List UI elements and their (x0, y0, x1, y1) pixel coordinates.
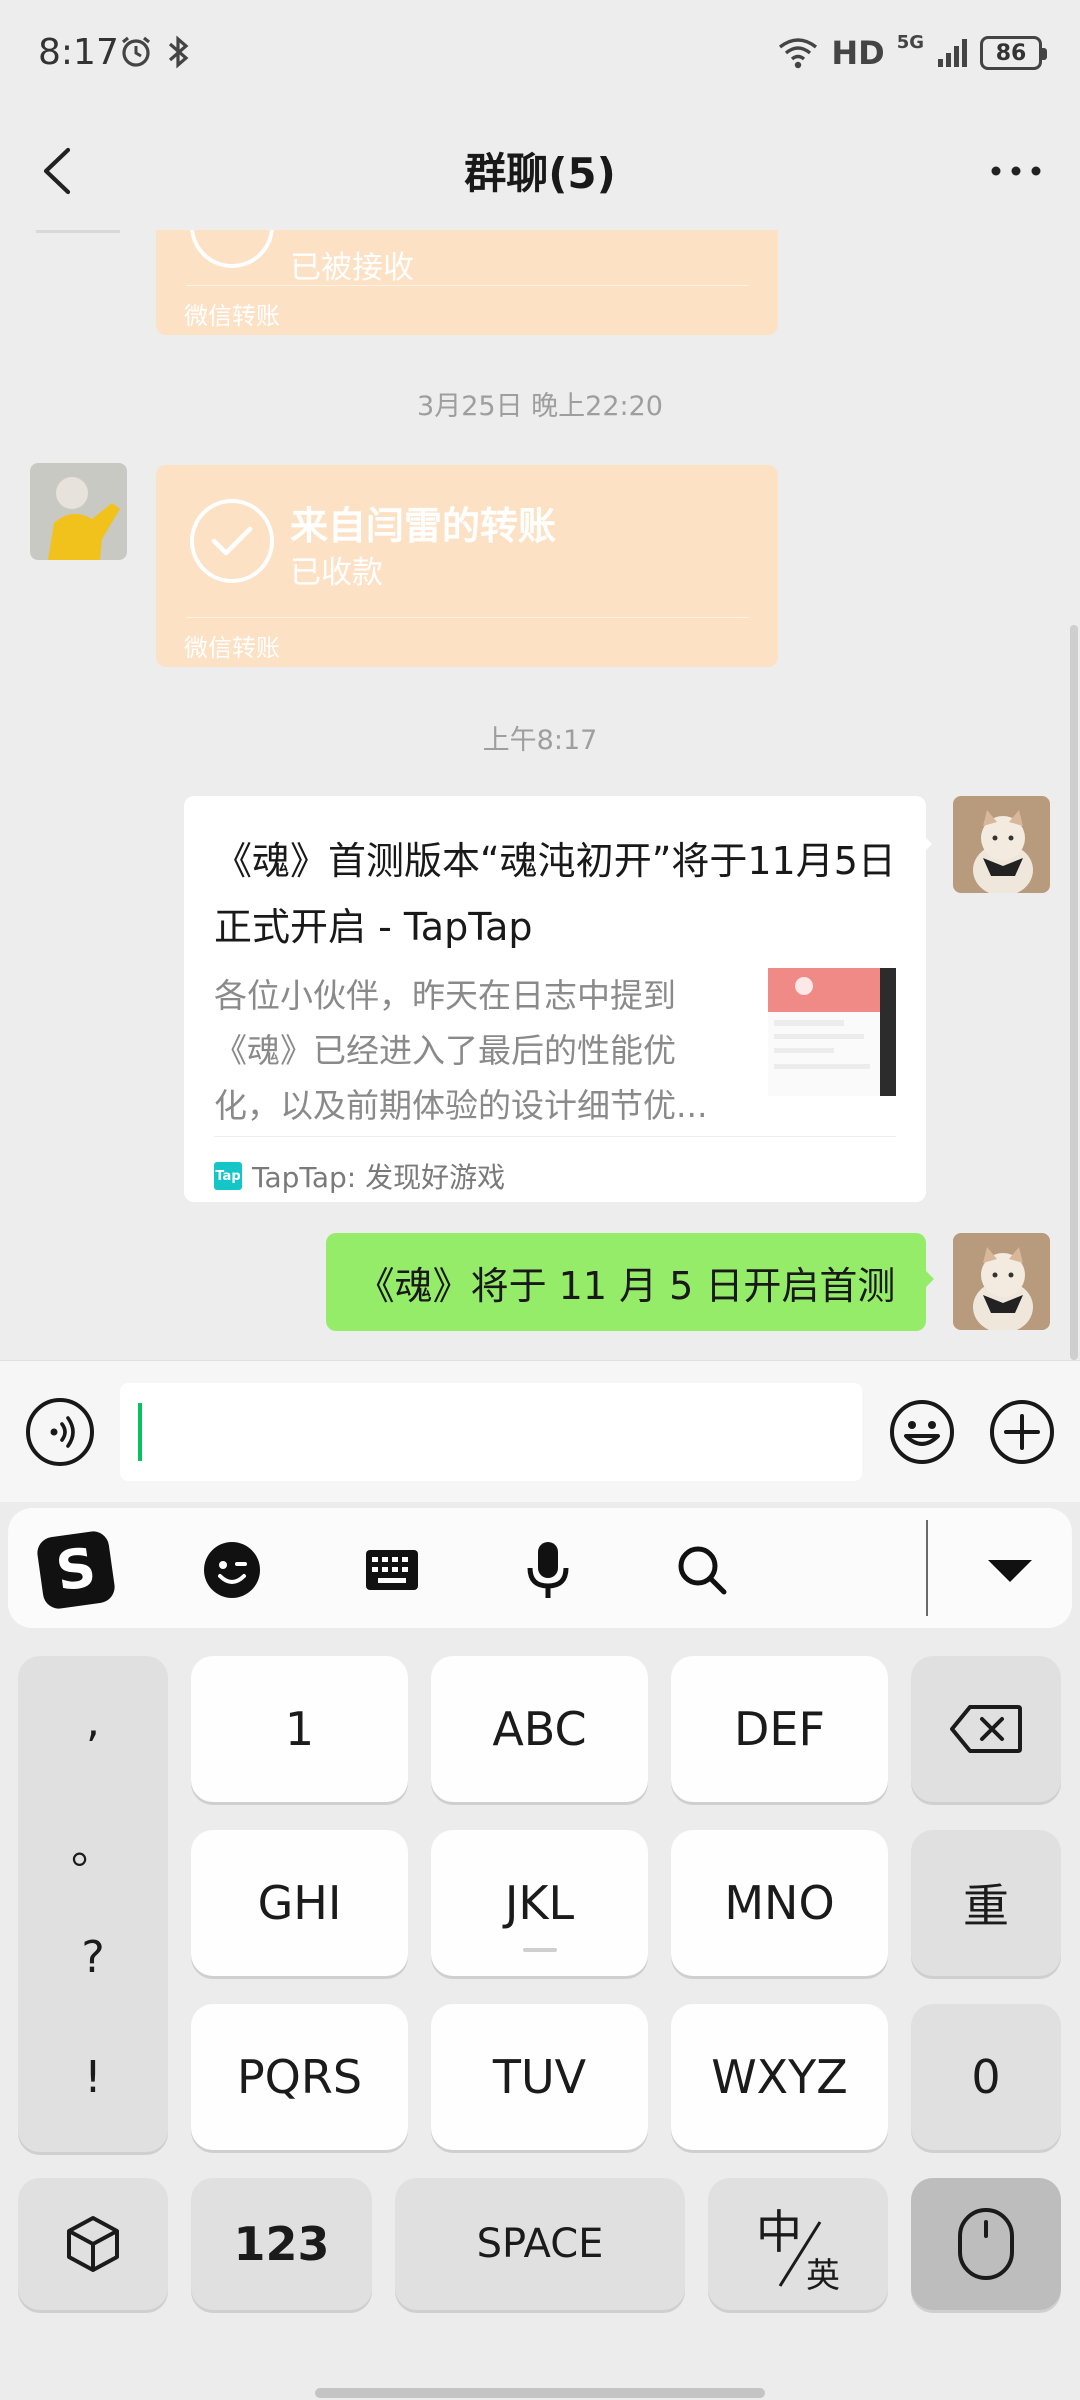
punct-key-comma[interactable]: , (18, 1696, 168, 1747)
wifi-icon (779, 38, 818, 69)
space-key[interactable]: SPACE (395, 2178, 685, 2310)
search-icon[interactable] (662, 1530, 742, 1610)
status-right: HD 5G 86 (777, 32, 1047, 72)
chat-area[interactable]: 已被接收 微信转账 3月25日 晚上22:20 来自闫雷的转账 已收款 微信转账… (0, 230, 1080, 1360)
key-abc[interactable]: ABC (431, 1656, 648, 1802)
lang-sub-label: 英 (806, 2256, 840, 2296)
avatar[interactable] (30, 463, 127, 560)
sent-text-bubble[interactable]: 《魂》将于 11 月 5 日开启首测 (326, 1233, 934, 1331)
transfer-footer: 微信转账 (184, 634, 280, 662)
back-icon[interactable] (24, 136, 94, 206)
language-toggle-key[interactable]: 中 英 (708, 2178, 888, 2310)
transfer-footer: 微信转账 (184, 302, 280, 330)
mouse-icon (958, 2208, 1014, 2280)
plus-icon[interactable] (988, 1398, 1056, 1466)
transfer-status: 已被接收 (290, 250, 414, 286)
link-card[interactable]: 《魂》首测版本“魂沌初开”将于11月5日正式开启 - TapTap 各位小伙伴，… (184, 796, 932, 1202)
key-jkl[interactable]: JKL (431, 1830, 648, 1976)
key-tuv[interactable]: TUV (431, 2004, 648, 2150)
link-thumbnail (768, 968, 896, 1096)
text-cursor (138, 1403, 142, 1461)
input-bar (0, 1360, 1080, 1502)
person-avatar-image (30, 463, 127, 560)
timestamp: 3月25日 晚上22:20 (417, 391, 663, 422)
signal-icon (938, 39, 967, 67)
key-mno[interactable]: MNO (671, 1830, 888, 1976)
battery-icon: 86 (980, 36, 1047, 70)
link-source: Tap TapTap: 发现好游戏 (214, 1156, 505, 1196)
key-jkl-label: JKL (504, 1876, 575, 1930)
microphone-icon[interactable] (508, 1530, 588, 1610)
slash-divider (778, 2221, 822, 2287)
key-def[interactable]: DEF (671, 1656, 888, 1802)
chat-title: 群聊(5) (464, 149, 616, 198)
voice-input-icon[interactable] (26, 1398, 94, 1466)
transfer-card[interactable]: 来自闫雷的转账 已收款 微信转账 (156, 465, 778, 667)
key-ghi[interactable]: GHI (191, 1830, 408, 1976)
cursor-control-key[interactable] (911, 2178, 1061, 2310)
check-circle-icon (190, 230, 274, 268)
key-zero[interactable]: 0 (911, 2004, 1061, 2150)
check-circle-icon (190, 499, 274, 583)
my-avatar[interactable] (953, 796, 1050, 893)
link-source-label: TapTap: 发现好游戏 (252, 1161, 506, 1194)
punct-key-exclaim[interactable]: ! (18, 2052, 168, 2103)
my-avatar[interactable] (953, 1233, 1050, 1330)
key-pqrs[interactable]: PQRS (191, 2004, 408, 2150)
home-indicator[interactable] (315, 2388, 765, 2398)
home-key-marker (522, 1948, 557, 1952)
keyboard-toolbar: S (8, 1508, 1072, 1628)
card-divider (214, 1136, 896, 1137)
avatar-edge (36, 230, 120, 233)
backspace-key[interactable] (911, 1656, 1061, 1802)
more-options-icon[interactable] (976, 136, 1056, 206)
chat-header: 群聊(5) (0, 110, 1080, 230)
emoji-icon[interactable] (888, 1398, 956, 1466)
link-title: 《魂》首测版本“魂沌初开”将于11月5日正式开启 - TapTap (214, 839, 896, 949)
alarm-icon (122, 36, 150, 67)
transfer-title: 来自闫雷的转账 (290, 504, 557, 548)
sogou-logo-icon[interactable]: S (36, 1530, 116, 1610)
transfer-card[interactable]: 已被接收 微信转账 (156, 230, 778, 335)
battery-level: 86 (995, 40, 1027, 66)
network-hd-label: HD (831, 34, 885, 72)
key-1[interactable]: 1 (191, 1656, 408, 1802)
divider (186, 285, 748, 286)
bluetooth-icon (168, 35, 189, 69)
link-description: 各位小伙伴，昨天在日志中提到《魂》已经进入了最后的性能优化，以及前期体验的设计细… (214, 976, 708, 1125)
transfer-status: 已收款 (290, 555, 383, 591)
toolbar-divider (926, 1520, 928, 1616)
cat-avatar-image (953, 796, 1050, 893)
keyboard: S , 。 ? ! 1 ABC DEF GHI JKL MNO 重 PQRS T… (0, 1502, 1080, 2400)
message-input[interactable] (120, 1383, 862, 1481)
collapse-keyboard-icon[interactable] (970, 1530, 1050, 1610)
cube-icon (67, 2216, 119, 2272)
network-gen-label: 5G (896, 32, 924, 53)
number-key[interactable]: 123 (191, 2178, 372, 2310)
status-bar: 8:17 HD 5G 86 (0, 0, 1080, 110)
key-wxyz[interactable]: WXYZ (671, 2004, 888, 2150)
timestamp: 上午8:17 (482, 725, 598, 756)
punct-key-period[interactable]: 。 (18, 1812, 168, 1876)
keyboard-layout-icon[interactable] (352, 1530, 432, 1610)
divider (186, 617, 748, 618)
reset-key[interactable]: 重 (911, 1830, 1061, 1976)
taptap-logo-icon: Tap (214, 1162, 242, 1190)
symbol-key[interactable] (18, 2178, 168, 2310)
status-time: 8:17 (38, 32, 119, 73)
emoji-keyboard-icon[interactable] (192, 1530, 272, 1610)
punctuation-column[interactable]: , 。 ? ! (18, 1656, 168, 2152)
backspace-icon (950, 1705, 1022, 1753)
punct-key-question[interactable]: ? (18, 1932, 168, 1983)
cat-avatar-image (953, 1233, 1050, 1330)
